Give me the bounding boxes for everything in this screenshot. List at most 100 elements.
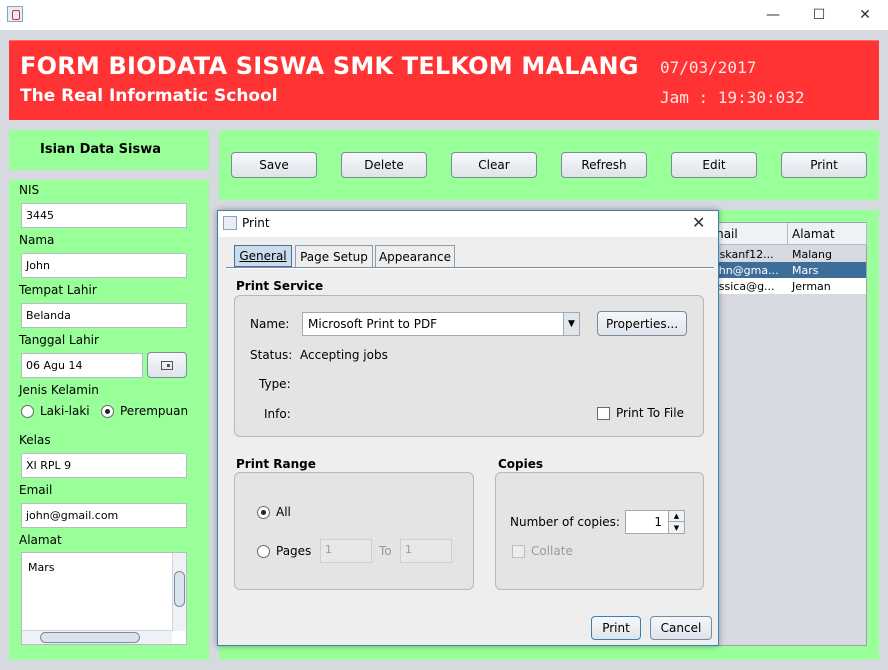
printer-select-value: Microsoft Print to PDF [308, 317, 438, 331]
print-range-title: Print Range [236, 457, 316, 471]
radio-icon [21, 404, 34, 418]
properties-button[interactable]: Properties... [597, 311, 687, 336]
vertical-scrollbar[interactable] [172, 553, 186, 631]
cell-email: riskanf12... [712, 248, 774, 261]
date-picker-button[interactable] [147, 352, 187, 378]
tempat-lahir-field[interactable]: Belanda [21, 303, 187, 328]
cell-alamat: Jerman [792, 280, 831, 293]
window-titlebar: — ☐ ✕ [0, 0, 888, 30]
type-label: Type: [259, 377, 291, 391]
nis-field[interactable]: 3445 [21, 203, 187, 228]
java-dialog-icon [223, 216, 237, 230]
info-label: Info: [264, 407, 291, 421]
nama-field[interactable]: John [21, 253, 187, 278]
range-all-label: All [276, 505, 291, 519]
nis-label: NIS [19, 183, 40, 197]
radio-selected-icon [257, 505, 270, 519]
cell-alamat: Malang [792, 248, 832, 261]
gender-female-label: Perempuan [120, 404, 189, 418]
copies-title: Copies [498, 457, 544, 471]
gender-radio-female[interactable]: Perempuan [101, 404, 188, 418]
printer-name-label: Name: [250, 317, 290, 331]
maximize-button[interactable]: ☐ [796, 0, 842, 30]
copies-value: 1 [654, 515, 662, 529]
print-range-group [234, 472, 474, 590]
range-pages-label: Pages [276, 544, 312, 558]
tab-page-setup[interactable]: Page Setup [295, 245, 373, 267]
tab-appearance[interactable]: Appearance [375, 245, 455, 267]
kelas-label: Kelas [19, 433, 51, 447]
gender-male-label: Laki-laki [40, 404, 90, 418]
radio-selected-icon [101, 404, 114, 418]
student-table[interactable]: mail Alamat riskanf12... Malang ohn@gma.… [707, 222, 867, 646]
column-header-email[interactable]: mail [708, 223, 788, 245]
column-header-alamat[interactable]: Alamat [788, 223, 867, 245]
alamat-textarea[interactable]: Mars [21, 552, 187, 645]
collate-label: Collate [531, 544, 573, 558]
range-all-radio[interactable]: All [257, 505, 291, 519]
copies-label: Number of copies: [510, 515, 620, 529]
save-button[interactable]: Save [231, 152, 317, 178]
close-window-button[interactable]: ✕ [842, 0, 888, 30]
h-scroll-thumb[interactable] [40, 632, 140, 643]
jenis-kelamin-label: Jenis Kelamin [19, 383, 99, 397]
delete-button[interactable]: Delete [341, 152, 427, 178]
tab-underline [226, 267, 714, 269]
checkbox-icon [597, 406, 610, 420]
page-title: FORM BIODATA SISWA SMK TELKOM MALANG [20, 52, 639, 80]
page-to-field[interactable]: 1 [400, 539, 452, 563]
java-app-icon [7, 6, 23, 22]
cell-email: essica@g... [712, 280, 775, 293]
calendar-icon [161, 360, 173, 370]
tab-general[interactable]: General [234, 245, 292, 267]
dialog-close-icon[interactable]: ✕ [692, 213, 705, 232]
print-to-file-label: Print To File [616, 406, 684, 420]
alamat-text: Mars [28, 561, 55, 574]
refresh-button[interactable]: Refresh [561, 152, 647, 178]
print-service-title: Print Service [236, 279, 324, 293]
print-dialog: Print ✕ General Page Setup Appearance Pr… [217, 210, 719, 646]
scroll-thumb[interactable] [174, 571, 185, 607]
toolbar-panel [219, 130, 879, 200]
copies-spinner[interactable]: 1 ▲ ▼ [625, 510, 685, 534]
table-row-selected[interactable]: ohn@gma... Mars [708, 262, 866, 278]
dialog-titlebar: Print ✕ [218, 211, 718, 237]
gender-radio-male[interactable]: Laki-laki [21, 404, 90, 418]
time-display: Jam : 19:30:032 [660, 88, 805, 107]
print-button[interactable]: Print [591, 616, 641, 640]
checkbox-icon [512, 544, 525, 558]
date-display: 07/03/2017 [660, 58, 757, 77]
email-label: Email [19, 483, 53, 497]
range-pages-radio[interactable]: Pages [257, 544, 311, 558]
edit-button[interactable]: Edit [671, 152, 757, 178]
tab-appearance-label: Appearance [378, 249, 452, 264]
tanggal-lahir-label: Tanggal Lahir [19, 333, 99, 347]
spinner-up-icon[interactable]: ▲ [668, 511, 684, 522]
email-field[interactable]: john@gmail.com [21, 503, 187, 528]
print-to-file-checkbox[interactable]: Print To File [597, 406, 684, 420]
radio-icon [257, 544, 270, 558]
printer-select[interactable]: Microsoft Print to PDF ▼ [302, 312, 580, 336]
cell-email: ohn@gma... [712, 264, 779, 277]
page-from-field[interactable]: 1 [320, 539, 372, 563]
table-row[interactable]: essica@g... Jerman [708, 278, 866, 294]
collate-checkbox[interactable]: Collate [512, 544, 573, 558]
tab-general-label: General [239, 249, 287, 263]
chevron-down-icon[interactable]: ▼ [563, 313, 579, 335]
tanggal-lahir-field[interactable]: 06 Agu 14 [21, 353, 143, 378]
status-label: Status: [250, 348, 293, 362]
tab-page-setup-label: Page Setup [300, 249, 368, 264]
horizontal-scrollbar[interactable] [22, 630, 172, 644]
page-subtitle: The Real Informatic School [20, 86, 278, 106]
print-toolbar-button[interactable]: Print [781, 152, 867, 178]
page-to-label: To [379, 544, 392, 558]
dialog-title: Print [242, 216, 270, 230]
nama-label: Nama [19, 233, 55, 247]
spinner-down-icon[interactable]: ▼ [668, 522, 684, 533]
clear-button[interactable]: Clear [451, 152, 537, 178]
status-value: Accepting jobs [300, 348, 388, 362]
kelas-field[interactable]: XI RPL 9 [21, 453, 187, 478]
minimize-button[interactable]: — [750, 0, 796, 30]
cancel-button[interactable]: Cancel [650, 616, 712, 640]
tempat-lahir-label: Tempat Lahir [19, 283, 97, 297]
